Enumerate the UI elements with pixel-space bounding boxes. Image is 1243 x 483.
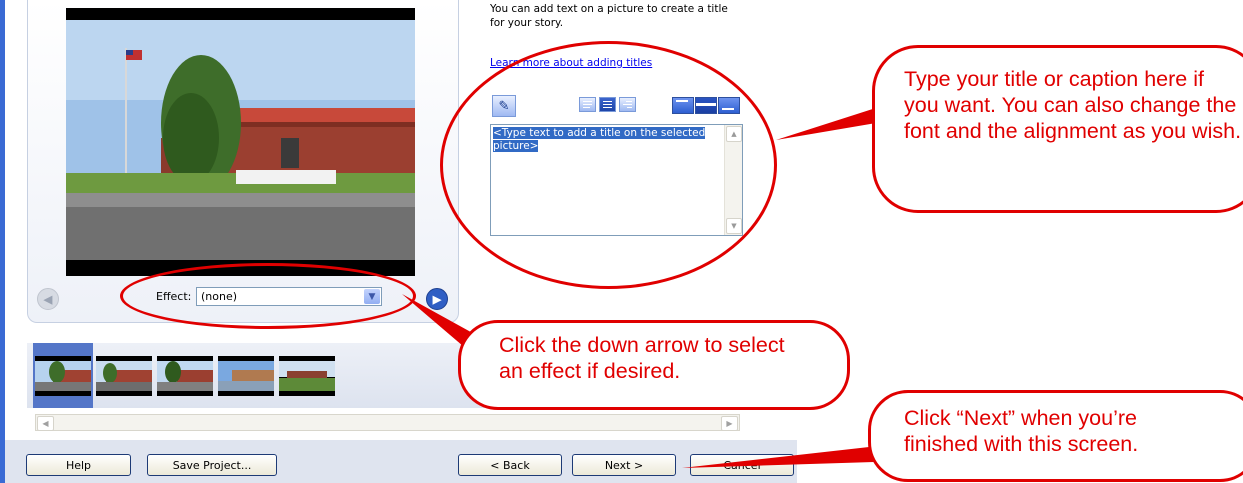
next-callout-pointer <box>682 446 878 468</box>
effect-callout: Click the down arrow to select an effect… <box>458 320 850 410</box>
next-callout: Click “Next” when you’re finished with t… <box>868 390 1243 482</box>
effect-callout-text: Click the down arrow to select an effect… <box>499 333 785 383</box>
next-callout-text: Click “Next” when you’re finished with t… <box>904 406 1139 456</box>
title-callout: Type your title or caption here if you w… <box>872 45 1243 213</box>
title-callout-pointer <box>776 106 882 140</box>
title-callout-text: Type your title or caption here if you w… <box>904 67 1242 143</box>
